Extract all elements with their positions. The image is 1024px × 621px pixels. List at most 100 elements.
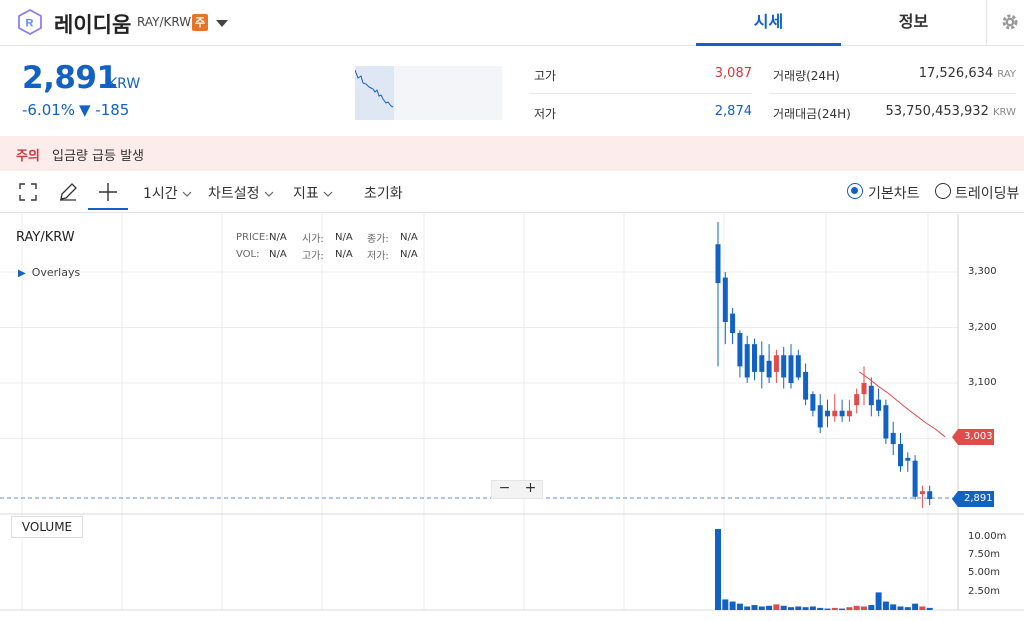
indicators-select[interactable]: 지표 [293,183,333,203]
candle-body [825,410,830,417]
volume-bar [744,606,751,610]
volume-label: 거래량(24H) [773,69,840,83]
volume-bar [780,605,787,610]
volume-bar [809,606,816,610]
volume-bar [729,601,736,610]
tag-arrow [952,491,958,507]
gear-icon[interactable] [1000,12,1020,32]
chart-settings-select[interactable]: 차트설정 [208,183,274,203]
zoom-in-button[interactable]: + [518,480,543,496]
chevron-down-icon [323,191,333,197]
volume-value-group: 17,526,634 RAY [860,66,1016,81]
high-value: 3,087 [714,66,752,81]
low-label: 저가 [534,107,557,121]
volume-bar [861,606,867,610]
candle-body [883,405,889,439]
chevron-down-icon [182,191,192,197]
open-key: 시가: [302,234,324,245]
zoom-out-button[interactable]: − [492,480,517,496]
candlestick-chart[interactable]: RAY/KRW ▶ Overlays PRICE: N/A 시가: N/A 종가:… [0,214,1024,621]
candle-body [795,355,801,378]
tab-info[interactable]: 정보 [841,0,986,46]
candle-body [890,432,896,445]
chart-canvas[interactable] [0,214,1024,621]
volume-bar [766,605,773,610]
candle-body [832,410,838,417]
close-key: 종가: [367,234,389,245]
volume-bar [904,607,911,610]
fullscreen-icon[interactable] [16,180,40,204]
candle-body [810,394,816,411]
y-tick-label: 3,200 [968,322,997,333]
mini-chart-svg [354,66,394,120]
candle-body [905,457,911,461]
amount-value-group: 53,750,453,932 KRW [860,104,1016,119]
caution-text: 입금량 급등 발생 [52,149,144,164]
vol-key: VOL: [236,249,260,260]
trading-view-radio[interactable] [935,183,951,199]
high-value-info: N/A [335,249,353,260]
volume-bar [715,529,721,610]
volume-bar [912,603,919,610]
volume-bar [751,605,758,610]
ohlc-info-panel: PRICE: N/A 시가: N/A 종가: N/A VOL: N/A 고가: … [236,229,418,263]
volume-bar [875,592,882,610]
coin-header: R 레이디움 RAY/KRW 주 시세 정보 [0,0,1024,46]
candle-body [759,355,765,372]
current-price-tag: 2,891 [952,491,994,507]
volume-tick-label: 2.50m [968,586,1001,597]
tab-market-price[interactable]: 시세 [696,0,841,46]
candle-body [781,355,787,378]
crosshair-icon[interactable] [96,180,120,204]
volume-bar [868,605,875,610]
candle-body [744,344,750,378]
basic-chart-label[interactable]: 기본차트 [868,183,920,203]
candle-body [752,344,757,372]
y-tick-label: 3,100 [968,377,997,388]
candle-body [898,444,903,467]
chart-pair-label: RAY/KRW [16,230,75,245]
info-row: PRICE: N/A 시가: N/A 종가: N/A [236,229,418,246]
ma-price-value: 3,003 [964,431,993,442]
candle-body [722,277,728,322]
volume-bar [758,606,765,610]
candle-body [817,405,823,428]
volume-bar [839,608,846,610]
coin-dropdown-icon[interactable] [214,15,230,31]
basic-chart-radio[interactable] [847,183,863,199]
volume-bar [736,603,743,610]
low-key: 저가: [367,251,389,262]
svg-text:R: R [26,18,34,30]
volume-bar [722,599,729,610]
candle-body [737,333,743,367]
mini-price-chart [354,66,502,120]
candle-body [846,410,852,417]
overlays-toggle[interactable]: ▶ Overlays [18,266,80,279]
volume-tick-label: 7.50m [968,549,1001,560]
volume-bar [788,607,794,610]
amount-unit: KRW [993,107,1016,118]
reset-button[interactable]: 초기화 [364,183,403,203]
candle-body [766,360,772,378]
overlays-label: Overlays [31,266,81,279]
crosshair-active-indicator [88,208,128,210]
volume-unit: RAY [997,69,1016,80]
warning-badge: 주 [192,14,208,31]
stat-divider [770,93,1016,94]
chart-settings-label: 차트설정 [208,186,260,202]
change-amount: ▼ -185 [79,101,130,119]
coin-name: 레이디움 [54,13,132,37]
trading-view-label[interactable]: 트레이딩뷰 [955,183,1019,203]
change-rate: -6.01% [22,101,76,119]
stat-divider [530,93,752,94]
interval-label: 1시간 [143,186,178,202]
caution-notice: 주의 입금량 급등 발생 [0,136,1024,171]
price-value: N/A [269,232,287,243]
header-divider [986,0,987,46]
candle-body [773,355,779,372]
candle-body [715,244,721,284]
interval-select[interactable]: 1시간 [143,183,192,203]
volume-bar [882,601,889,610]
draw-pencil-icon[interactable] [56,180,80,204]
candle-body [854,394,860,406]
